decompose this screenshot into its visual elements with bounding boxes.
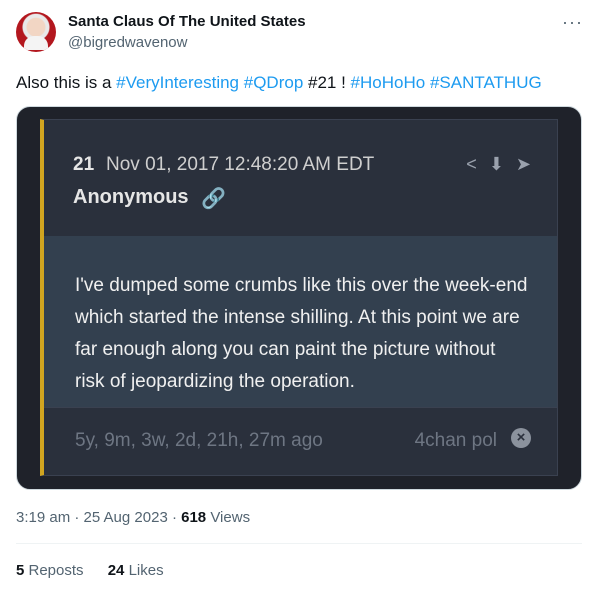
reposts-label: Reposts [24,562,84,579]
likes-label: Likes [124,562,164,579]
qdrop-card: 21 Nov 01, 2017 12:48:20 AM EDT Anonymou… [40,119,558,476]
tweet-text-mid: #21 ! [303,73,351,92]
forward-icon: ➤ [515,154,531,174]
views-count: 618 [181,509,207,526]
likes-link[interactable]: 24 Likes [108,562,164,579]
post-number: 21 [73,154,95,175]
display-name[interactable]: Santa Claus Of The United States [68,13,306,30]
user-handle[interactable]: @bigredwavenow [68,34,187,51]
tweet-media-image[interactable]: 21 Nov 01, 2017 12:48:20 AM EDT Anonymou… [16,106,582,490]
card-footer: 5y, 9m, 3w, 2d, 21h, 27m ago 4chan pol × [44,407,557,475]
tweet-meta: 3:19 am · 25 Aug 2023 · 618 Views [16,509,250,526]
divider [16,543,582,544]
card-header: 21 Nov 01, 2017 12:48:20 AM EDT Anonymou… [44,120,557,234]
post-body: I've dumped some crumbs like this over t… [75,275,528,392]
reposts-link[interactable]: 5 Reposts [16,562,84,579]
card-body: I've dumped some crumbs like this over t… [44,236,557,407]
post-age: 5y, 9m, 3w, 2d, 21h, 27m ago [75,430,323,451]
avatar[interactable] [16,12,56,52]
tweet-text: Also this is a #VeryInteresting #QDrop #… [16,72,582,94]
tweet-text-prefix: Also this is a [16,73,117,92]
post-date: Nov 01, 2017 12:48:20 AM EDT [106,154,375,175]
close-icon: × [511,428,531,448]
views-label: Views [206,509,251,526]
download-icon: ⬇ [488,154,504,174]
hashtag-santathug[interactable]: #SANTATHUG [430,73,542,92]
hashtag-hohoho[interactable]: #HoHoHo [351,73,426,92]
link-icon: 🔗 [201,188,226,210]
card-toolbar: < ⬇ ➤ [466,154,531,175]
more-icon[interactable]: ··· [562,12,583,33]
post-board: 4chan pol [414,430,497,451]
tweet-time[interactable]: 3:19 am · 25 Aug 2023 · [16,509,181,526]
tweet-stats: 5 Reposts 24 Likes [16,562,184,579]
post-author: Anonymous [73,186,189,208]
hashtag-qdrop[interactable]: #QDrop [244,73,304,92]
likes-count: 24 [107,562,125,579]
share-icon: < [466,154,477,174]
hashtag-veryinteresting[interactable]: #VeryInteresting [116,73,239,92]
